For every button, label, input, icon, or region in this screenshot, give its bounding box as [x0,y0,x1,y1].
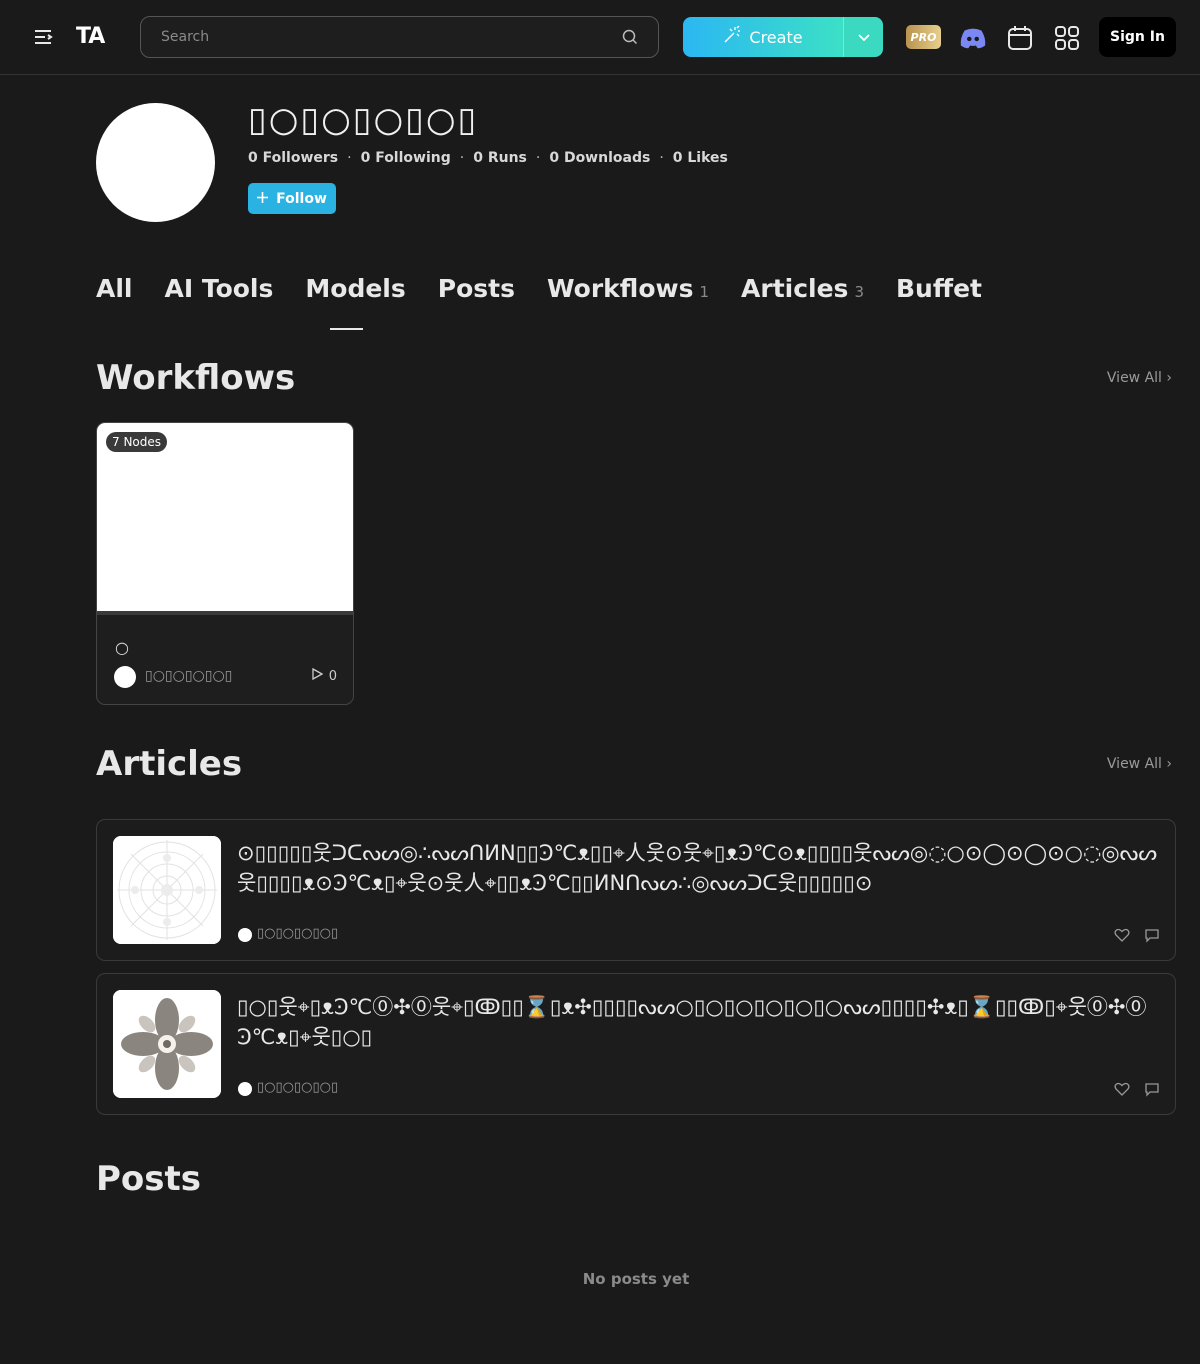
follow-button[interactable]: Follow [248,183,336,214]
calendar-icon[interactable] [1006,24,1034,52]
comment-icon[interactable] [1144,927,1160,943]
workflow-title: ○ [115,638,129,657]
author-avatar[interactable] [238,1082,252,1096]
profile-stats: 0 Followers · 0 Following · 0 Runs · 0 D… [248,150,728,166]
profile-name: ▯○▯○▯○▯○▯ [248,100,479,140]
tab-buffet[interactable]: Buffet [896,274,982,314]
workflow-card[interactable]: 7 Nodes ○ ▯○▯○▯○▯○▯ 0 [96,422,354,705]
article-author[interactable]: ▯○▯○▯○▯○▯ [257,926,338,941]
articles-view-all-link[interactable]: View All › [1107,756,1172,772]
tab-all[interactable]: All [96,274,133,314]
tab-articles[interactable]: Articles 3 [741,274,864,314]
article-thumbnail [113,836,221,944]
tab-posts[interactable]: Posts [438,274,515,314]
apps-grid-icon[interactable] [1053,24,1081,52]
workflow-author[interactable]: ▯○▯○▯○▯○▯ [145,668,232,684]
search-icon[interactable] [622,29,638,45]
followers-stat[interactable]: 0 Followers [248,150,338,166]
workflow-runs: 0 [312,667,337,684]
workflows-view-all-link[interactable]: View All › [1107,370,1172,386]
article-thumbnail [113,990,221,1098]
menu-icon[interactable] [34,28,54,46]
site-logo[interactable]: TA [76,24,105,50]
heart-icon[interactable] [1114,927,1130,943]
magic-wand-icon [723,25,741,48]
search-box [140,16,659,58]
tab-workflows[interactable]: Workflows 1 [547,274,709,314]
node-count-badge: 7 Nodes [106,432,168,452]
tab-count: 1 [699,283,710,301]
discord-icon[interactable] [959,24,987,52]
tab-models[interactable]: Models [305,274,406,330]
posts-heading: Posts [96,1159,202,1199]
article-title: ▯○▯웃⌖▯ᴥϿ℃⓪✣⓪웃⌖▯ↂ▯▯⌛▯ᴥ✣▯▯▯▯ᔓᔕ○▯○▯○▯○▯○▯○ᔓ… [237,995,1147,1049]
runs-stat: 0 Runs [473,150,527,166]
chevron-down-icon [857,28,871,47]
profile-avatar [96,103,215,222]
create-dropdown-button[interactable] [843,17,883,57]
empty-state-text: No posts yet [582,1270,690,1288]
sign-in-button[interactable]: Sign In [1099,17,1176,57]
tab-ai-tools[interactable]: AI Tools [165,274,274,314]
article-card[interactable]: ▯○▯웃⌖▯ᴥϿ℃⓪✣⓪웃⌖▯ↂ▯▯⌛▯ᴥ✣▯▯▯▯ᔓᔕ○▯○▯○▯○▯○▯○ᔓ… [96,973,1176,1115]
article-author[interactable]: ▯○▯○▯○▯○▯ [257,1080,338,1095]
likes-stat: 0 Likes [672,150,728,166]
workflows-heading: Workflows [96,358,296,398]
create-label: Create [749,27,803,47]
article-title: ⊙▯▯▯▯▯웃ᑐᑕᔓᔕ◎∴ᔓᔕᑎИN▯▯Ͽ℃ᴥ▯▯⌖人웃⊙웃⌖▯ᴥϿ℃⊙ᴥ▯▯▯… [237,841,1158,895]
pro-badge[interactable]: PRO [906,25,941,49]
heart-icon[interactable] [1114,1081,1130,1097]
article-card[interactable]: ⊙▯▯▯▯▯웃ᑐᑕᔓᔕ◎∴ᔓᔕᑎИN▯▯Ͽ℃ᴥ▯▯⌖人웃⊙웃⌖▯ᴥϿ℃⊙ᴥ▯▯▯… [96,819,1176,961]
downloads-stat: 0 Downloads [549,150,651,166]
following-stat[interactable]: 0 Following [361,150,451,166]
author-avatar[interactable] [238,928,252,942]
plus-icon [257,191,269,207]
play-icon [312,667,324,684]
profile-tabs: All AI Tools Models Posts Workflows 1 Art… [96,274,982,330]
top-header: TA Create PRO Sign In [0,0,1200,75]
articles-heading: Articles [96,744,243,784]
tab-count: 3 [854,283,864,301]
runs-count: 0 [328,668,337,684]
search-input[interactable] [161,17,601,57]
comment-icon[interactable] [1144,1081,1160,1097]
author-avatar[interactable] [114,666,136,688]
create-button[interactable]: Create [683,17,843,57]
follow-label: Follow [276,190,327,207]
